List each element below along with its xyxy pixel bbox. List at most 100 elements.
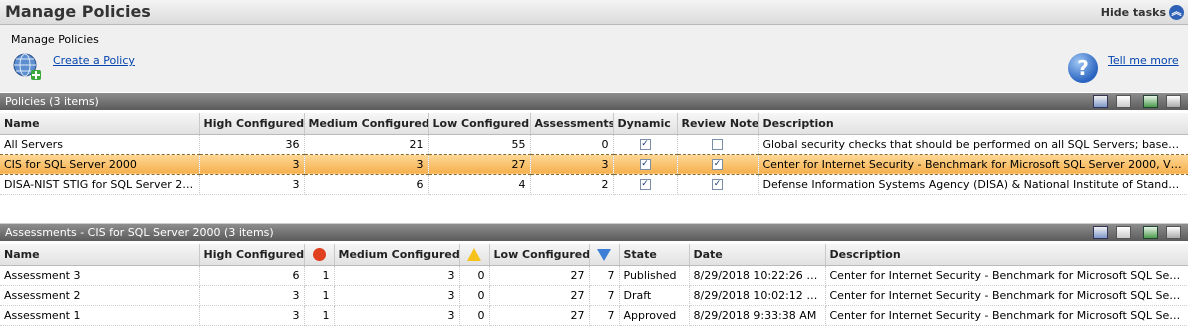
high-configured: 3: [199, 285, 305, 306]
column-chooser-icon[interactable]: [1116, 95, 1131, 108]
assessments-count: 0: [530, 134, 614, 155]
policy-description: Center for Internet Security - Benchmark…: [758, 153, 1188, 175]
chevron-up-icon[interactable]: ︽: [1169, 5, 1184, 20]
col-medium-configured[interactable]: Medium Configured: [334, 244, 460, 266]
high-configured: 3: [199, 305, 305, 326]
review-notes-checkbox[interactable]: ✓: [712, 179, 723, 190]
table-row[interactable]: DISA-NIST STIG for SQL Server 2014 3 6 4…: [0, 174, 1188, 195]
low-findings: 7: [589, 285, 620, 306]
col-low-configured[interactable]: Low Configured: [428, 113, 531, 135]
col-description[interactable]: Description: [758, 113, 1188, 135]
group-by-icon[interactable]: [1093, 95, 1108, 108]
col-description[interactable]: Description: [825, 244, 1188, 266]
low-findings: 7: [589, 265, 620, 286]
dynamic-checkbox[interactable]: ✓: [639, 179, 651, 190]
warning-icon: [467, 248, 481, 261]
medium-findings: 0: [459, 305, 490, 326]
assessment-name: Assessment 1: [0, 305, 200, 326]
assessments-count: 3: [530, 153, 614, 175]
medium-configured: 6: [304, 174, 429, 195]
medium-findings: 0: [459, 265, 490, 286]
assessments-grid-bar: Assessments - CIS for SQL Server 2000 (3…: [0, 224, 1188, 241]
col-name[interactable]: Name: [0, 113, 200, 135]
high-findings: 1: [304, 265, 335, 286]
col-medium-findings[interactable]: [459, 244, 490, 266]
high-configured: 6: [199, 265, 305, 286]
col-low-configured[interactable]: Low Configured: [489, 244, 590, 266]
medium-findings: 0: [459, 285, 490, 306]
table-row[interactable]: All Servers 36 21 55 0 ✓ Global security…: [0, 134, 1188, 155]
assessments-table: Name High Configured Medium Configured L…: [0, 244, 1188, 326]
medium-configured: 3: [334, 285, 460, 306]
col-high-configured[interactable]: High Configured: [199, 113, 305, 135]
policy-description: Defense Information Systems Agency (DISA…: [758, 174, 1188, 195]
create-policy-link[interactable]: Create a Policy: [53, 54, 135, 67]
high-risk-icon: [312, 248, 326, 261]
assessment-name: Assessment 3: [0, 265, 200, 286]
empty-grid-area: [0, 196, 1188, 224]
table-row[interactable]: Assessment 1 3 1 3 0 27 7 Approved 8/29/…: [0, 305, 1188, 326]
export-excel-icon[interactable]: [1143, 95, 1158, 108]
medium-configured: 3: [334, 265, 460, 286]
print-icon[interactable]: [1166, 95, 1181, 108]
col-name[interactable]: Name: [0, 244, 200, 266]
policies-grid-bar: Policies (3 items): [0, 93, 1188, 110]
high-findings: 1: [304, 305, 335, 326]
task-panel: Manage Policies Create a Policy ? Tell m…: [0, 25, 1188, 92]
assessment-date: 8/29/2018 10:02:12 AM: [689, 285, 826, 306]
col-high-configured[interactable]: High Configured: [199, 244, 305, 266]
policies-table: Name High Configured Medium Configured L…: [0, 113, 1188, 195]
low-configured: 27: [428, 153, 531, 175]
assessment-name: Assessment 2: [0, 285, 200, 306]
col-low-findings[interactable]: [589, 244, 620, 266]
group-by-icon[interactable]: [1093, 226, 1108, 239]
col-date[interactable]: Date: [689, 244, 826, 266]
col-medium-configured[interactable]: Medium Configured: [304, 113, 429, 135]
hide-tasks-link[interactable]: Hide tasks: [1101, 6, 1166, 19]
col-dynamic[interactable]: Dynamic: [613, 113, 678, 135]
page-header: Manage Policies Hide tasks ︽: [0, 0, 1188, 25]
assessment-date: 8/29/2018 9:33:38 AM: [689, 305, 826, 326]
low-risk-icon: [597, 248, 611, 261]
assessment-state: Published: [619, 265, 690, 286]
help-icon[interactable]: ?: [1068, 53, 1098, 83]
assessments-grid-title: Assessments - CIS for SQL Server 2000 (3…: [5, 226, 274, 239]
globe-add-icon[interactable]: [12, 52, 42, 82]
assessment-description: Center for Internet Security - Benchmark…: [825, 285, 1188, 306]
high-configured: 3: [199, 174, 305, 195]
low-configured: 27: [489, 285, 590, 306]
col-assessments[interactable]: Assessments: [530, 113, 614, 135]
assessments-count: 2: [530, 174, 614, 195]
table-row[interactable]: Assessment 3 6 1 3 0 27 7 Published 8/29…: [0, 265, 1188, 286]
table-row[interactable]: Assessment 2 3 1 3 0 27 7 Draft 8/29/201…: [0, 285, 1188, 306]
assessment-date: 8/29/2018 10:22:26 AM: [689, 265, 826, 286]
policy-name: DISA-NIST STIG for SQL Server 2014: [0, 174, 200, 195]
medium-configured: 3: [334, 305, 460, 326]
assessment-state: Draft: [619, 285, 690, 306]
policy-name: CIS for SQL Server 2000: [0, 153, 200, 175]
assessment-state: Approved: [619, 305, 690, 326]
high-configured: 3: [199, 153, 305, 175]
column-chooser-icon[interactable]: [1116, 226, 1131, 239]
col-high-findings[interactable]: [304, 244, 335, 266]
high-configured: 36: [199, 134, 305, 155]
col-review-notes[interactable]: Review Notes: [677, 113, 759, 135]
dynamic-checkbox[interactable]: ✓: [639, 159, 651, 170]
low-findings: 7: [589, 305, 620, 326]
review-notes-checkbox[interactable]: [712, 139, 723, 150]
tell-me-more-link[interactable]: Tell me more: [1108, 54, 1179, 67]
low-configured: 27: [489, 305, 590, 326]
export-excel-icon[interactable]: [1143, 226, 1158, 239]
review-notes-checkbox[interactable]: ✓: [712, 159, 723, 170]
table-row-selected[interactable]: CIS for SQL Server 2000 3 3 27 3 ✓ ✓ Cen…: [0, 153, 1188, 175]
low-configured: 4: [428, 174, 531, 195]
assessment-description: Center for Internet Security - Benchmark…: [825, 265, 1188, 286]
medium-configured: 21: [304, 134, 429, 155]
dynamic-checkbox[interactable]: ✓: [639, 139, 651, 150]
low-configured: 27: [489, 265, 590, 286]
medium-configured: 3: [304, 153, 429, 175]
col-state[interactable]: State: [619, 244, 690, 266]
print-icon[interactable]: [1166, 226, 1181, 239]
high-findings: 1: [304, 285, 335, 306]
task-section-label: Manage Policies: [11, 33, 99, 46]
